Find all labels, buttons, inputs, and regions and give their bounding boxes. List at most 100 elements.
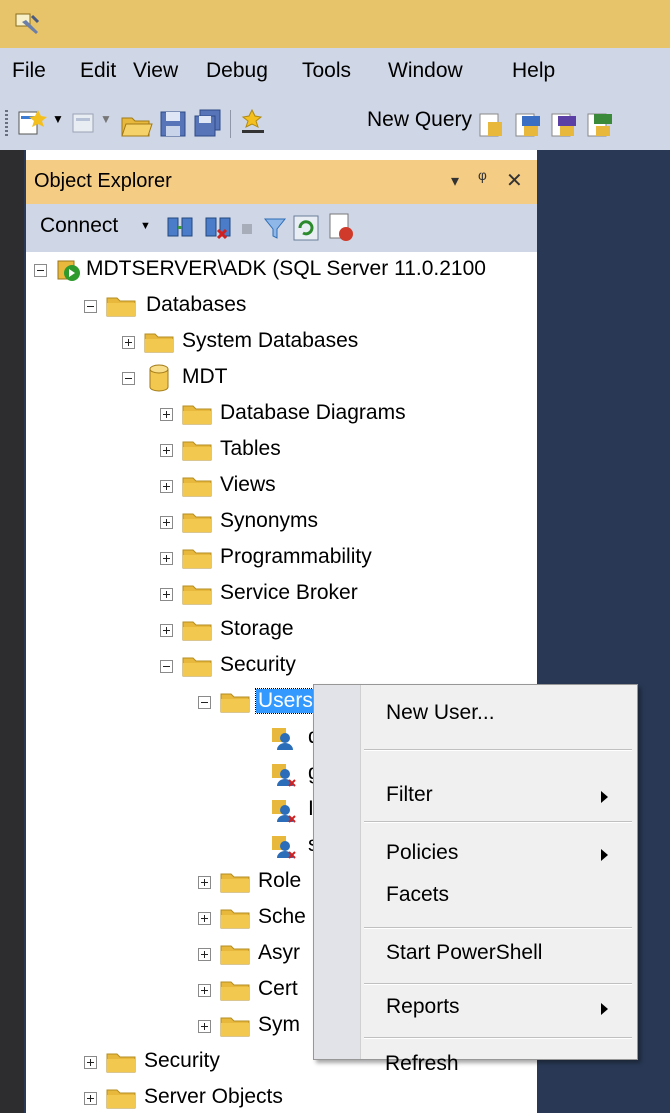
open-file-icon[interactable]	[120, 108, 154, 140]
expand-icon[interactable]	[198, 876, 211, 889]
close-icon[interactable]: ✕	[506, 168, 523, 193]
menu-debug[interactable]: Debug	[206, 59, 268, 83]
tree-node-tables[interactable]: Tables	[26, 432, 537, 468]
menu-help[interactable]: Help	[512, 59, 555, 83]
tree-node-security[interactable]: Security	[26, 648, 537, 684]
expand-icon[interactable]	[160, 552, 173, 565]
menu-item-start-powershell[interactable]: Start PowerShell	[386, 941, 542, 965]
connect-dropdown-arrow-icon[interactable]: ▼	[140, 220, 151, 232]
xmla-query-icon[interactable]	[584, 108, 614, 140]
menu-item-facets[interactable]: Facets	[386, 883, 449, 907]
toolbar-separator	[230, 110, 231, 138]
dropdown-arrow-icon[interactable]: ▼	[100, 112, 112, 144]
activity-monitor-icon[interactable]	[326, 212, 356, 244]
ssms-app-icon[interactable]	[14, 10, 42, 38]
collapse-icon[interactable]	[84, 300, 97, 313]
tree-node-service-broker[interactable]: Service Broker	[26, 576, 537, 612]
tree-label: Sche	[258, 905, 306, 928]
menu-separator	[364, 821, 632, 823]
dmx-query-icon[interactable]	[548, 108, 580, 140]
expand-icon[interactable]	[198, 984, 211, 997]
menu-view[interactable]: View	[133, 59, 178, 83]
menu-item-reports[interactable]: Reports	[386, 995, 460, 1019]
menu-file[interactable]: File	[12, 59, 46, 83]
tree-node-mdt-database[interactable]: MDT	[26, 360, 537, 396]
folder-icon	[182, 513, 212, 533]
folder-icon	[182, 441, 212, 461]
disconnect-icon[interactable]	[204, 214, 234, 242]
tree-node-system-databases[interactable]: System Databases	[26, 324, 537, 360]
menu-item-refresh[interactable]: Refresh	[385, 1052, 459, 1076]
tree-node-storage[interactable]: Storage	[26, 612, 537, 648]
context-menu: New User... Filter Policies Facets Start…	[313, 684, 638, 1060]
menu-window[interactable]: Window	[388, 59, 463, 83]
expand-icon[interactable]	[84, 1056, 97, 1069]
tree-label: Service Broker	[220, 581, 358, 604]
expand-icon[interactable]	[160, 444, 173, 457]
submenu-arrow-icon	[601, 849, 608, 861]
save-all-icon[interactable]	[192, 108, 222, 140]
folder-icon	[106, 1053, 136, 1073]
filter-icon[interactable]	[262, 216, 288, 242]
tree-label: Database Diagrams	[220, 401, 406, 424]
dropdown-arrow-icon[interactable]: ▼	[52, 112, 64, 144]
panel-title: Object Explorer	[34, 170, 172, 192]
standard-toolbar: ▼ ▼	[0, 98, 670, 150]
tree-label: System Databases	[182, 329, 359, 352]
disabled-user-icon	[272, 764, 296, 787]
menu-edit[interactable]: Edit	[80, 59, 116, 83]
tree-node-databases[interactable]: Databases	[26, 288, 537, 324]
tree-label: Views	[220, 473, 276, 496]
disabled-user-icon	[272, 800, 296, 823]
menu-item-new-user[interactable]: New User...	[386, 701, 495, 725]
new-project-icon[interactable]	[16, 108, 50, 140]
expand-icon[interactable]	[198, 1020, 211, 1033]
stop-icon[interactable]	[242, 224, 252, 234]
submenu-arrow-icon	[601, 791, 608, 803]
connect-object-explorer-icon[interactable]	[166, 214, 196, 242]
tree-node-server-objects[interactable]: Server Objects	[26, 1080, 537, 1113]
connect-button[interactable]: Connect	[40, 214, 118, 238]
expand-icon[interactable]	[160, 588, 173, 601]
tree-node-server[interactable]: MDTSERVER\ADK (SQL Server 11.0.2100	[26, 252, 537, 288]
refresh-icon[interactable]	[292, 214, 320, 242]
folder-icon	[220, 981, 250, 1001]
tree-label: MDTSERVER\ADK (SQL Server 11.0.2100	[86, 257, 486, 280]
object-explorer-header: Object Explorer ▾ ᵠ ✕	[26, 160, 537, 204]
expand-icon[interactable]	[160, 480, 173, 493]
expand-icon[interactable]	[160, 624, 173, 637]
tree-node-database-diagrams[interactable]: Database Diagrams	[26, 396, 537, 432]
folder-icon	[182, 405, 212, 425]
toolbar-grip[interactable]	[5, 110, 8, 138]
new-query-button[interactable]: New Query	[367, 108, 472, 132]
submenu-arrow-icon	[601, 1003, 608, 1015]
auto-hide-pin-icon[interactable]: ᵠ	[478, 168, 487, 191]
collapse-icon[interactable]	[198, 696, 211, 709]
expand-icon[interactable]	[160, 408, 173, 421]
database-engine-query-icon[interactable]	[476, 108, 506, 140]
expand-icon[interactable]	[198, 948, 211, 961]
add-item-icon[interactable]	[70, 108, 100, 140]
expand-icon[interactable]	[160, 516, 173, 529]
new-query-icon[interactable]	[238, 108, 270, 140]
menu-tools[interactable]: Tools	[302, 59, 351, 83]
folder-icon	[220, 1017, 250, 1037]
window-position-dropdown-icon[interactable]: ▾	[451, 171, 459, 191]
tree-label: Asyr	[258, 941, 300, 964]
tree-node-programmability[interactable]: Programmability	[26, 540, 537, 576]
menu-item-filter[interactable]: Filter	[386, 783, 433, 807]
expand-icon[interactable]	[198, 912, 211, 925]
expand-icon[interactable]	[122, 336, 135, 349]
folder-icon	[182, 477, 212, 497]
expand-icon[interactable]	[84, 1092, 97, 1105]
collapse-icon[interactable]	[122, 372, 135, 385]
tree-label: Synonyms	[220, 509, 319, 532]
menu-item-policies[interactable]: Policies	[386, 841, 458, 865]
menu-separator	[364, 927, 632, 929]
save-icon[interactable]	[158, 108, 188, 140]
tree-node-views[interactable]: Views	[26, 468, 537, 504]
collapse-icon[interactable]	[160, 660, 173, 673]
tree-node-synonyms[interactable]: Synonyms	[26, 504, 537, 540]
collapse-icon[interactable]	[34, 264, 47, 277]
mdx-query-icon[interactable]	[512, 108, 544, 140]
